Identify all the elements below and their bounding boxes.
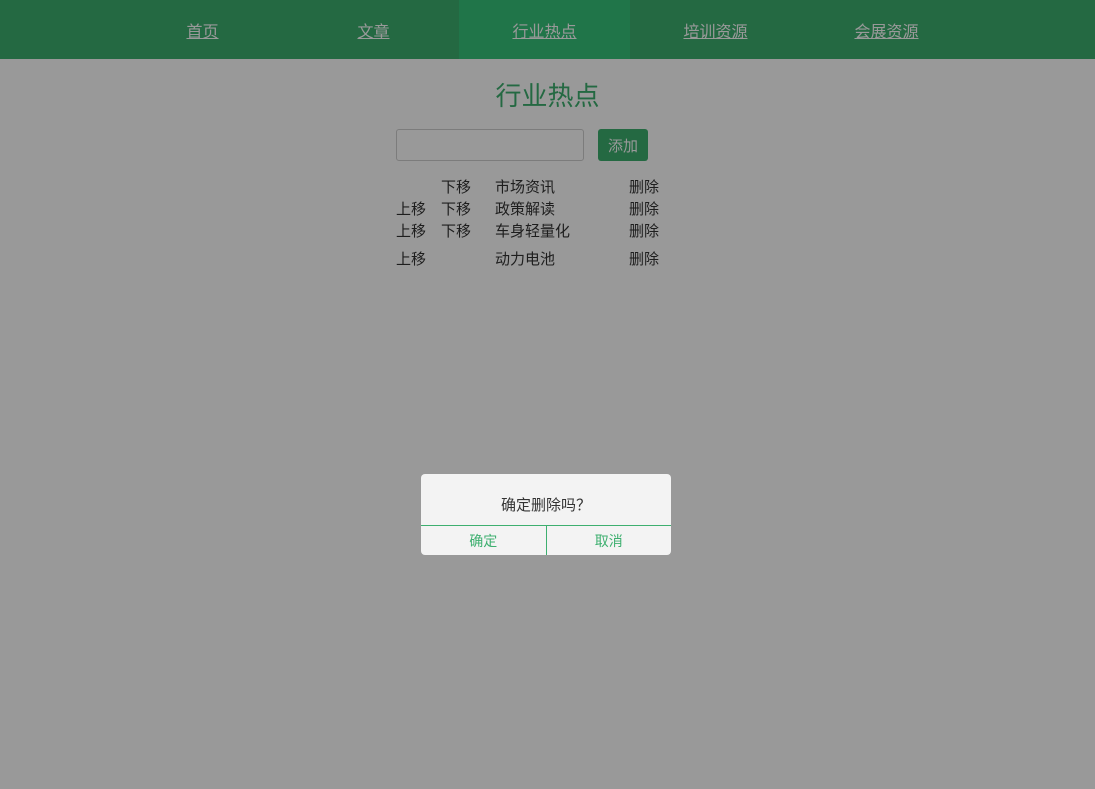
confirm-delete-dialog: 确定删除吗？ 确定 取消 <box>421 474 671 555</box>
page: 首页 文章 行业热点 培训资源 会展资源 行业热点 添加 下移 市场资讯 删除 … <box>0 0 1095 789</box>
cancel-button[interactable]: 取消 <box>547 526 672 555</box>
dialog-message: 确定删除吗？ <box>500 496 591 514</box>
confirm-button[interactable]: 确定 <box>421 526 547 555</box>
dialog-buttons: 确定 取消 <box>421 525 671 555</box>
modal-overlay[interactable] <box>0 0 1095 789</box>
